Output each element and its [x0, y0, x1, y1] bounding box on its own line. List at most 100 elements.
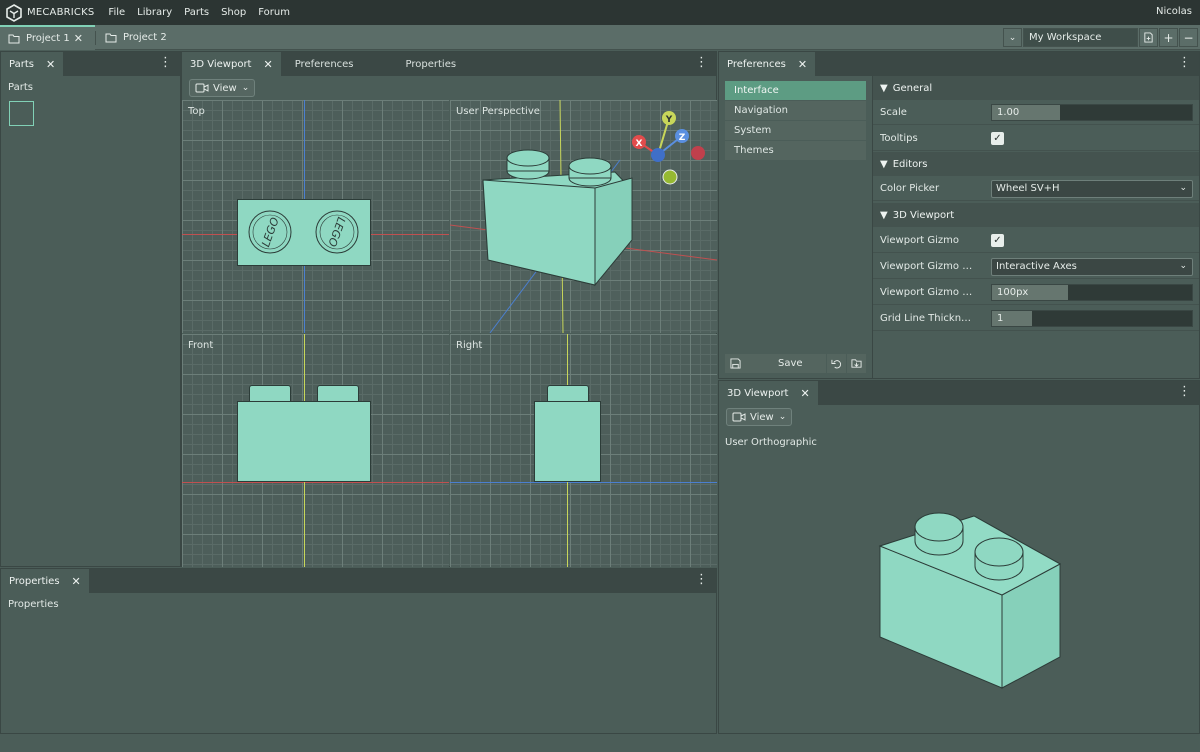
row-viewport-gizmo-size: Viewport Gizmo Size 100px [873, 280, 1199, 305]
view-label: View [750, 411, 774, 423]
triangle-down-icon: ▼ [880, 82, 888, 94]
menu-forum[interactable]: Forum [252, 7, 296, 18]
tab-label: 3D Viewport [190, 58, 252, 70]
gizmo-size-slider[interactable]: 100px [991, 284, 1193, 301]
brick-right-view[interactable] [534, 401, 601, 482]
tab-3d-viewport[interactable]: 3D Viewport ✕ [719, 381, 818, 405]
project-tab-label: Project 1 [26, 33, 70, 44]
brick-orthographic[interactable] [869, 511, 1069, 691]
undo-icon [831, 359, 842, 369]
viewport-front[interactable]: Front [182, 334, 449, 567]
row-tooltips: Tooltips ✓ [873, 126, 1199, 151]
close-icon[interactable]: ✕ [798, 58, 807, 71]
parts-heading: Parts [8, 82, 33, 93]
kebab-menu-icon[interactable]: ⋮ [695, 573, 708, 587]
chevron-down-icon: ⌄ [241, 83, 250, 93]
section-editors[interactable]: ▼ Editors [873, 152, 1199, 176]
grid-line-slider[interactable]: 1 [991, 310, 1193, 327]
logo[interactable]: MECABRICKS [0, 0, 102, 25]
viewport-perspective[interactable]: X Y Z User Perspective [450, 100, 717, 333]
tab-preferences[interactable]: Preferences [281, 52, 388, 76]
scale-slider[interactable]: 1.00 [991, 104, 1193, 121]
viewport-top[interactable]: Top LEGO LEGO [182, 100, 449, 333]
add-workspace-button[interactable]: + [1159, 28, 1178, 47]
menu-shop[interactable]: Shop [215, 7, 252, 18]
gizmo-neg-z-icon[interactable] [651, 148, 665, 162]
kebab-menu-icon[interactable]: ⋮ [1178, 56, 1191, 70]
navigation-gizmo[interactable]: X Y Z [625, 105, 715, 190]
camera-icon [732, 412, 746, 422]
open-folder-icon [851, 359, 862, 368]
project-tab-2[interactable]: Project 2 [97, 25, 192, 50]
brick-front-view[interactable] [237, 401, 371, 482]
section-general[interactable]: ▼ General [873, 76, 1199, 100]
viewport-panel: 3D Viewport ✕ Preferences Properties ⋮ Vi… [181, 51, 717, 567]
camera-icon [195, 83, 209, 93]
close-icon[interactable]: ✕ [74, 32, 83, 45]
close-icon[interactable]: ✕ [46, 58, 55, 71]
ortho-viewport-panel: 3D Viewport ✕ ⋮ View ⌄ User Orthographic [718, 380, 1200, 734]
setting-label: Tooltips [880, 133, 918, 144]
viewport-right[interactable]: Right [450, 334, 717, 567]
setting-label: Viewport Gizmo Va... [880, 261, 975, 272]
close-icon[interactable]: ✕ [800, 387, 809, 400]
save-label: Save [778, 358, 803, 369]
gizmo-neg-x-icon[interactable] [691, 146, 705, 160]
user-menu[interactable]: Nicolas [1156, 6, 1192, 17]
section-label: Editors [892, 158, 928, 170]
viewport-label: Front [188, 340, 214, 351]
project-tab-1[interactable]: Project 1 ✕ [0, 25, 95, 50]
remove-workspace-button[interactable]: − [1179, 28, 1198, 47]
menu-bar: MECABRICKS File Library Parts Shop Forum… [0, 0, 1200, 25]
view-menu-button[interactable]: View ⌄ [189, 79, 256, 97]
chevron-down-icon: ⌄ [1179, 183, 1187, 193]
gizmo-z-label: Z [679, 133, 686, 143]
menu-library[interactable]: Library [131, 7, 178, 18]
view-menu-button[interactable]: View ⌄ [726, 408, 793, 426]
load-preferences-button[interactable] [847, 354, 866, 373]
workspace-name-input[interactable] [1023, 28, 1138, 47]
kebab-menu-icon[interactable]: ⋮ [1178, 385, 1191, 399]
row-scale: Scale 1.00 [873, 100, 1199, 125]
tab-properties[interactable]: Properties [388, 52, 465, 76]
pref-nav-system[interactable]: System [725, 121, 866, 140]
slider-value: 1 [997, 313, 1004, 324]
ortho-tab-bar: 3D Viewport ✕ [719, 381, 1199, 405]
close-icon[interactable]: ✕ [263, 58, 272, 71]
project-tab-bar: Project 1 ✕ Project 2 ⌄ + − [0, 25, 1200, 50]
checkmark-icon: ✓ [993, 234, 1002, 246]
save-icon [730, 358, 741, 369]
tab-parts[interactable]: Parts ✕ [1, 52, 64, 76]
viewport-gizmo-checkbox[interactable]: ✓ [991, 234, 1004, 247]
save-workspace-button[interactable] [1139, 28, 1158, 47]
close-icon[interactable]: ✕ [72, 575, 81, 588]
revert-preferences-button[interactable] [827, 354, 846, 373]
gizmo-x-label: X [636, 139, 643, 149]
tab-3d-viewport[interactable]: 3D Viewport ✕ [182, 52, 281, 76]
section-3d-viewport[interactable]: ▼ 3D Viewport [873, 203, 1199, 227]
preferences-panel: Preferences ✕ ⋮ Interface Navigation Syst… [718, 51, 1200, 379]
tab-label: Parts [9, 58, 34, 70]
part-thumbnail[interactable] [9, 101, 34, 126]
viewport-label: User Orthographic [725, 437, 817, 448]
pref-nav-navigation[interactable]: Navigation [725, 101, 866, 120]
pref-nav-themes[interactable]: Themes [725, 141, 866, 160]
menu-file[interactable]: File [102, 7, 131, 18]
color-picker-select[interactable]: Wheel SV+H ⌄ [991, 180, 1193, 198]
parts-tab-bar: Parts ✕ [1, 52, 180, 76]
workspace-dropdown-button[interactable]: ⌄ [1003, 28, 1022, 47]
gizmo-y-label: Y [665, 115, 673, 125]
tab-label: 3D Viewport [727, 387, 789, 399]
tab-properties[interactable]: Properties ✕ [1, 569, 89, 593]
menu-parts[interactable]: Parts [178, 7, 215, 18]
kebab-menu-icon[interactable]: ⋮ [695, 56, 708, 70]
tooltips-checkbox[interactable]: ✓ [991, 132, 1004, 145]
gizmo-neg-y-icon[interactable] [662, 169, 678, 185]
pref-nav-interface[interactable]: Interface [725, 81, 866, 100]
tab-label: Properties [405, 58, 457, 70]
save-preferences-button[interactable]: Save [725, 354, 826, 373]
kebab-menu-icon[interactable]: ⋮ [159, 56, 172, 70]
tab-preferences[interactable]: Preferences ✕ [719, 52, 816, 76]
setting-label: Viewport Gizmo Size [880, 287, 975, 298]
viewport-gizmo-value-select[interactable]: Interactive Axes ⌄ [991, 258, 1193, 276]
